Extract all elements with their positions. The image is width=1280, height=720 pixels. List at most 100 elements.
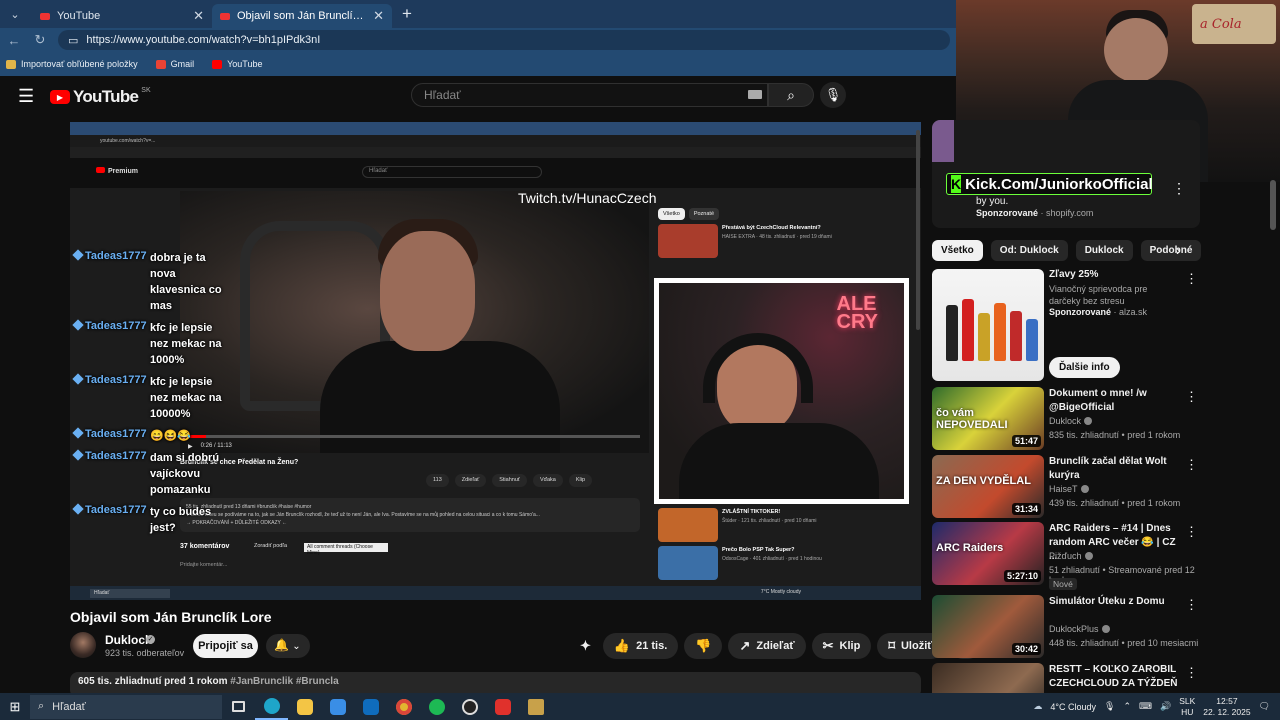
spotify-icon[interactable] xyxy=(420,693,453,720)
chat-user-text: Tadeas1777 xyxy=(85,250,147,262)
windows-start-icon[interactable]: ⊞ xyxy=(0,699,30,715)
recommendation-channel: Duklock xyxy=(1049,416,1093,426)
user-badge-icon xyxy=(72,449,84,461)
clip-button[interactable]: ✂ Klip xyxy=(811,633,872,659)
close-tab-icon[interactable]: ✕ xyxy=(373,8,384,24)
system-tray: ☁ 4°C Cloudy 🎙 ⌃ ⌨ 🔊 SLK HU 12:57 22. 12. … xyxy=(1033,693,1280,720)
channel-avatar[interactable] xyxy=(70,632,96,658)
recommendation-item[interactable]: ZA DEN VYDĚLAL 31:34 Brunclík začal dělat … xyxy=(932,455,1202,519)
tab-current-video[interactable]: Objavil som Ján Brunclík Lore ✕ xyxy=(212,4,392,28)
youtube-favicon-icon xyxy=(220,12,230,20)
notification-bell-button[interactable]: 🔔 ⌄ xyxy=(266,634,310,658)
chip-similar[interactable]: Podobné xyxy=(1140,240,1202,261)
edge-icon[interactable] xyxy=(255,693,288,720)
video-thumbnail[interactable]: ARC Raiders 5:27:10 xyxy=(932,522,1044,585)
chat-overlay: Tadeas1777 dobra je ta nova klavesnica co… xyxy=(72,249,224,542)
youtube-logo[interactable]: ▶ YouTube SK xyxy=(50,87,151,107)
inner-taskbar-search: Hľadať xyxy=(90,589,170,598)
recommendation-meta: 835 tis. zhliadnutí • pred 1 rokom xyxy=(1049,430,1181,440)
ad-thumbnail xyxy=(932,269,1044,381)
share-button[interactable]: ↗ Zdieľať xyxy=(728,633,806,659)
more-icon[interactable]: ⋮ xyxy=(1185,389,1198,405)
network-icon[interactable]: ⌨ xyxy=(1139,701,1152,712)
bookmark-import[interactable]: Importovať obľúbené položky xyxy=(6,59,138,69)
search-input[interactable]: Hľadať xyxy=(411,83,768,107)
taskbar-search[interactable]: ⌕ Hľadať xyxy=(30,694,222,719)
sparkle-ask-button[interactable]: ✦ xyxy=(574,633,597,659)
recommendation-item[interactable]: čo vám NEPOVEDALI 51:47 Dokument o mne! /w… xyxy=(932,387,1202,451)
task-view-icon[interactable] xyxy=(222,693,255,720)
search-button[interactable]: ⌕ xyxy=(768,83,814,107)
chip-duklock[interactable]: Duklock xyxy=(1075,240,1133,261)
like-button[interactable]: 👍 21 tis. xyxy=(602,633,679,659)
recommendation-title[interactable]: Dokument o mne! /w @BigeOfficial xyxy=(1049,387,1181,415)
ad-title: Zľavy 25% xyxy=(1049,269,1099,280)
red-app-icon[interactable] xyxy=(486,693,519,720)
hashtags[interactable]: #JanBrunclik #Bruncla xyxy=(230,676,338,687)
address-bar[interactable]: ▭ https://www.youtube.com/watch?v=bh1pIP… xyxy=(58,30,950,50)
volume-icon[interactable]: 🔊 xyxy=(1160,701,1171,712)
more-icon[interactable]: ⋮ xyxy=(1185,597,1198,613)
bookmark-youtube[interactable]: YouTube xyxy=(212,59,262,69)
wall-sign-graphic: a Cola xyxy=(1192,4,1276,44)
close-tab-icon[interactable]: ✕ xyxy=(193,8,204,24)
chat-text: kfc je lepsie nez mekac na 1000% xyxy=(150,322,222,366)
headphones-graphic xyxy=(703,333,813,403)
more-icon[interactable]: ⋮ xyxy=(1185,271,1198,287)
hamburger-menu-icon[interactable]: ☰ xyxy=(18,86,34,107)
clip-label: Klip xyxy=(839,640,861,652)
more-icon[interactable]: ⋮ xyxy=(1172,180,1186,197)
keyboard-icon[interactable] xyxy=(748,90,762,99)
microphone-icon[interactable]: 🎙 xyxy=(820,82,846,108)
league-icon[interactable] xyxy=(519,693,552,720)
more-icon[interactable]: ⋮ xyxy=(1185,457,1198,473)
file-explorer-icon[interactable] xyxy=(288,693,321,720)
channel-name[interactable]: Duklock xyxy=(105,633,152,647)
weather-text[interactable]: 4°C Cloudy xyxy=(1050,702,1096,712)
bookmark-gmail[interactable]: Gmail xyxy=(155,59,194,69)
join-button[interactable]: Pripojiť sa xyxy=(193,634,258,658)
clock[interactable]: 12:57 22. 12. 2025 xyxy=(1203,696,1250,718)
chip-from-channel[interactable]: Od: Duklock xyxy=(990,240,1068,261)
outlook-icon[interactable] xyxy=(354,693,387,720)
tab-youtube[interactable]: YouTube ✕ xyxy=(32,4,212,28)
chevron-up-icon[interactable]: ⌃ xyxy=(1123,701,1131,712)
chrome-icon[interactable] xyxy=(387,693,420,720)
chat-user-text: Tadeas1777 xyxy=(85,428,147,440)
sidebar-ad[interactable]: Zľavy 25% Vianočný sprievodca pre darček… xyxy=(932,269,1202,381)
more-icon[interactable]: ⋮ xyxy=(1185,524,1198,540)
recommendation-title[interactable]: Brunclík začal dělat Wolt kurýra xyxy=(1049,455,1181,483)
ad-description: Vianočný sprievodca pre darčeky bez stre… xyxy=(1049,284,1148,306)
video-thumbnail[interactable]: ZA DEN VYDĚLAL 31:34 xyxy=(932,455,1044,518)
new-tab-button[interactable]: + xyxy=(402,4,412,24)
dislike-button[interactable]: 👎 xyxy=(684,633,723,659)
lang-1: SLK xyxy=(1179,695,1196,706)
page-scrollbar[interactable] xyxy=(916,130,920,330)
sidebar-scrollbar[interactable] xyxy=(1270,180,1276,230)
mic-tray-icon[interactable]: 🎙 xyxy=(1104,701,1115,712)
reload-icon[interactable]: ↻ xyxy=(32,32,48,48)
recommendation-channel: HaiseT xyxy=(1049,484,1089,494)
more-info-button[interactable]: Ďalšie info xyxy=(1049,357,1120,378)
more-icon[interactable]: ⋮ xyxy=(1185,665,1198,681)
video-thumbnail[interactable]: 30:42 xyxy=(932,595,1044,658)
face-graphic xyxy=(1104,18,1168,82)
store-icon[interactable] xyxy=(321,693,354,720)
back-icon[interactable]: ← xyxy=(6,33,22,48)
tab-actions-button[interactable]: ⌄ xyxy=(4,3,26,25)
channel-text: Duklock xyxy=(1049,416,1082,426)
notification-icon[interactable]: 🗨 xyxy=(1259,701,1270,712)
inner-rec-item: ZVLÁŠTNÍ TIKTOKER! Štúder · 121 tis. zhl… xyxy=(658,508,908,542)
recommendation-item[interactable]: ARC Raiders 5:27:10 ARC Raiders – #14 | Dn… xyxy=(932,522,1202,590)
chip-all[interactable]: Všetko xyxy=(932,240,983,261)
kick-text: Kick.Com/JuniorkoOfficial xyxy=(965,175,1153,193)
recommendation-title[interactable]: Simulátor Úteku z Domu xyxy=(1049,595,1181,609)
obs-icon[interactable] xyxy=(453,693,486,720)
region-code: SK xyxy=(141,86,151,94)
chevron-right-icon[interactable]: › xyxy=(1176,242,1181,258)
bookmark-label: YouTube xyxy=(227,59,263,69)
video-thumbnail[interactable]: čo vám NEPOVEDALI 51:47 xyxy=(932,387,1044,450)
recommendation-item[interactable]: 30:42 Simulátor Úteku z Domu DuklockPlus 44… xyxy=(932,595,1202,659)
language-indicator[interactable]: SLK HU xyxy=(1179,696,1195,718)
inner-chip: Poznaté xyxy=(688,208,720,220)
